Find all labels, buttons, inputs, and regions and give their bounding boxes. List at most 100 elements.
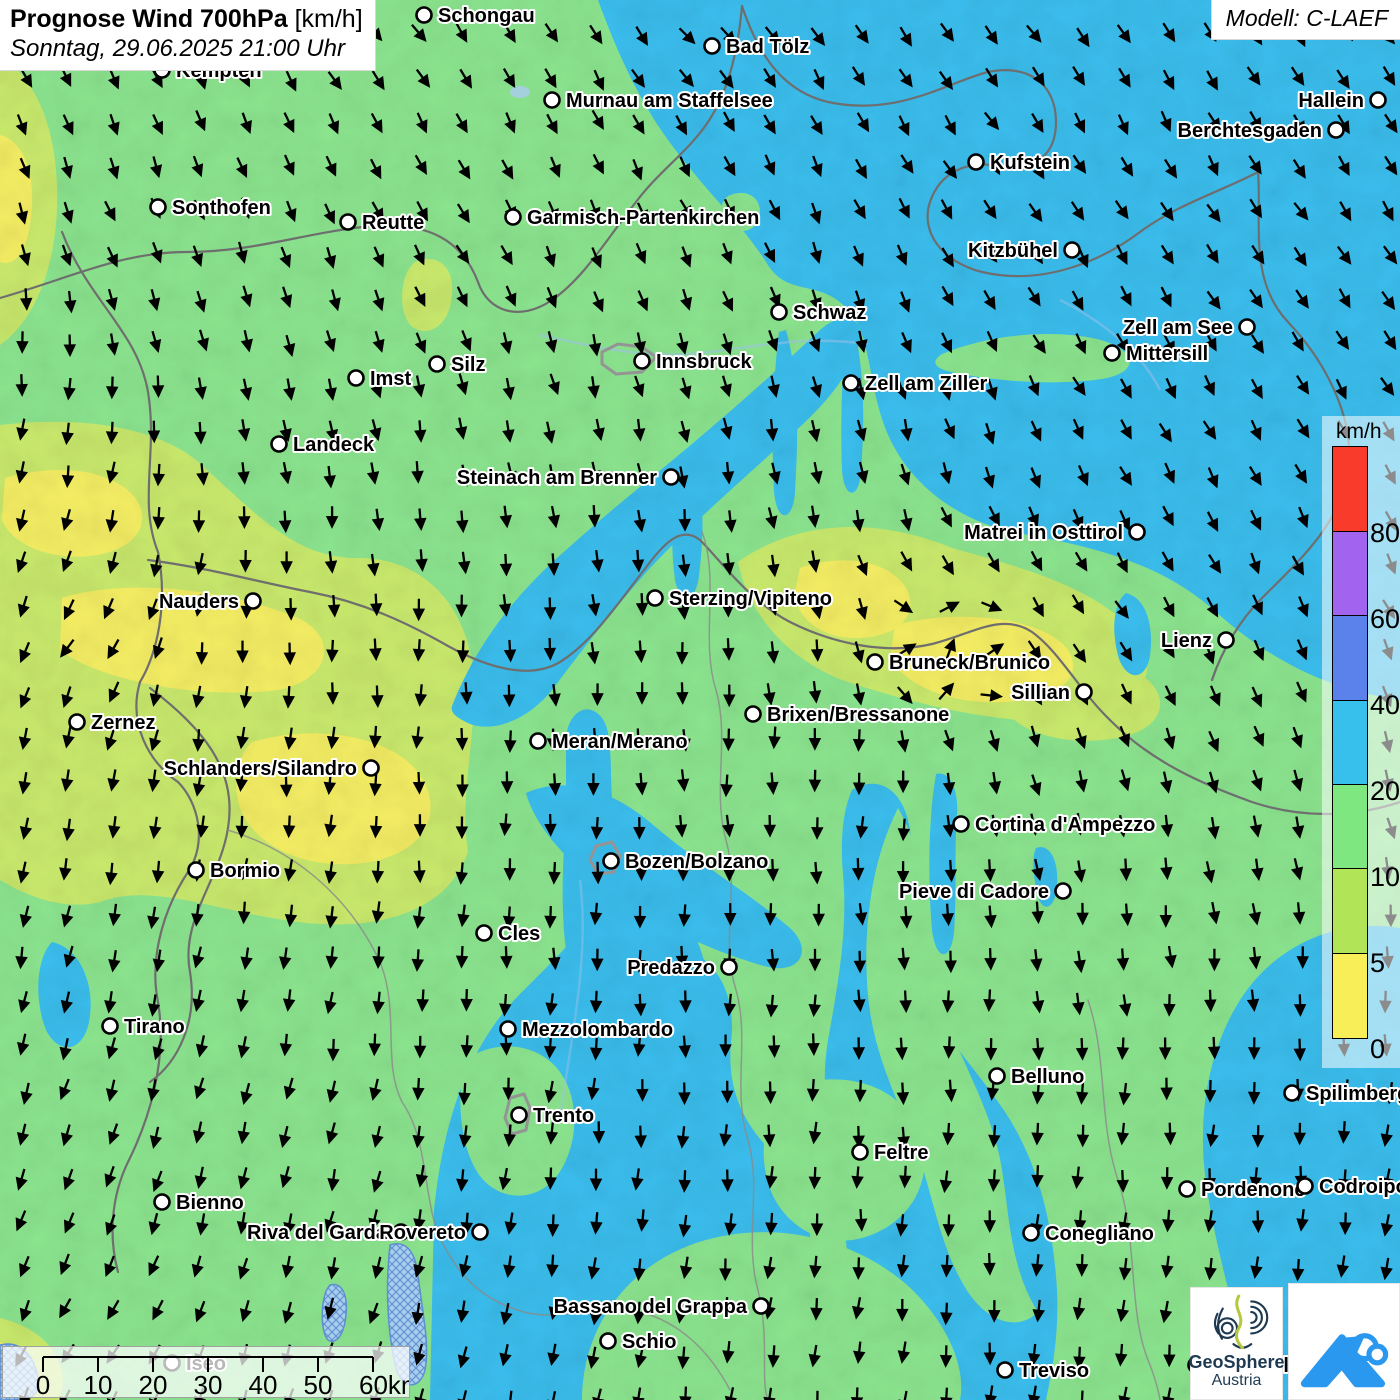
wind-map: KemptenSchongauBad TölzMurnau am Staffel… [0, 0, 1400, 1400]
geosphere-logo-box: GeoSphere Austria [1188, 1287, 1285, 1400]
legend-tick-10: 10 [1370, 862, 1400, 892]
city-label: Bienno [176, 1192, 244, 1214]
city-dot [510, 1106, 528, 1124]
title-box: Prognose Wind 700hPa [km/h] Sonntag, 29.… [0, 0, 376, 71]
wind-forecast-map-screen: Kempten Schongau Bad Tölz Murnau am Staffel… [0, 0, 1400, 1400]
city-dot [1296, 1177, 1314, 1195]
city-dot [866, 653, 884, 671]
city-label: Berchtesgaden [1178, 120, 1323, 142]
page-title: Prognose Wind 700hPa [km/h] [10, 5, 363, 34]
scale-ruler: 0 10 20 30 40 50 60km [36, 1356, 423, 1400]
city-dot [662, 468, 680, 486]
city-pieve-di-cadore: Pieve di Cadore [897, 879, 1072, 905]
city-dot [1128, 523, 1146, 541]
city-label: Cortina d'Ampezzo [975, 814, 1155, 836]
city-schlanders-silandro: Schlanders/Silandro [162, 756, 380, 782]
city-dot [842, 374, 860, 392]
scale-label: 30 [194, 1370, 223, 1397]
legend-tick-80: 80 [1370, 518, 1400, 548]
city-dot [475, 924, 493, 942]
city-label: Matrei in Osttirol [964, 522, 1123, 544]
city-bassano-del-grappa: Bassano del Grappa [552, 1294, 770, 1320]
legend-segment-60 [1332, 530, 1368, 617]
city-label: Imst [370, 368, 411, 390]
legend-unit-label: km/h [1336, 420, 1382, 443]
city-label: Feltre [874, 1142, 928, 1164]
city-dot [68, 713, 86, 731]
city-label: Belluno [1011, 1066, 1084, 1088]
city-dot [1054, 882, 1072, 900]
city-silz: Silz [428, 352, 487, 378]
city-brixen-bressanone: Brixen/Bressanone [744, 702, 951, 728]
city-label: Garmisch-Partenkirchen [527, 207, 759, 229]
city-label: Conegliano [1045, 1223, 1154, 1245]
city-label: Zernez [91, 712, 155, 734]
city-meran-merano: Meran/Merano [529, 729, 690, 755]
city-cortina-d-ampezzo: Cortina d'Ampezzo [952, 812, 1157, 838]
city-dot [1022, 1224, 1040, 1242]
city-label: Zell am See [1123, 317, 1233, 339]
city-dot [471, 1223, 489, 1241]
map-scale-bar: 0 10 20 30 40 50 60km [2, 1346, 423, 1400]
city-label: Zell am Ziller [865, 373, 987, 395]
city-label: Trento [533, 1105, 594, 1127]
city-matrei-in-osttirol: Matrei in Osttirol [962, 520, 1146, 546]
city-dot [499, 1020, 517, 1038]
city-label: Bormio [210, 860, 280, 882]
city-label: Bozen/Bolzano [625, 851, 768, 873]
model-box: Modell: C-LAEF [1210, 0, 1400, 40]
city-dot [752, 1297, 770, 1315]
city-dot [851, 1143, 869, 1161]
city-label: Landeck [293, 434, 375, 456]
city-label: Riva del Garda [247, 1222, 388, 1244]
city-dot [428, 355, 446, 373]
app-logo-box [1288, 1283, 1400, 1400]
title-unit: [km/h] [287, 5, 363, 33]
scale-label: 60km [359, 1370, 409, 1397]
legend-segment-10 [1332, 784, 1368, 871]
city-sterzing-vipiteno: Sterzing/Vipiteno [646, 586, 834, 612]
title-main: Prognose Wind 700hPa [10, 5, 288, 33]
city-label: Murnau am Staffelsee [566, 90, 773, 112]
city-label: Schongau [438, 5, 535, 27]
wind-speed-legend: km/h 80 60 40 20 10 5 0 [1322, 416, 1400, 1068]
city-bruneck-brunico: Bruneck/Brunico [866, 650, 1052, 676]
city-dot [101, 1017, 119, 1035]
legend-segment-20 [1332, 699, 1368, 786]
scale-label: 40 [249, 1370, 278, 1397]
legend-segment-80 [1332, 446, 1368, 533]
city-dot [543, 91, 561, 109]
brand-name: GeoSphere [1188, 1352, 1285, 1372]
city-label: Tirano [124, 1016, 185, 1038]
city-dot [504, 208, 522, 226]
city-label: Lienz [1161, 630, 1212, 652]
city-dot [339, 213, 357, 231]
lake-staffelsee [510, 86, 530, 98]
city-bozen-bolzano: Bozen/Bolzano [602, 849, 770, 875]
geosphere-contour-icon [1213, 1294, 1268, 1350]
city-berchtesgaden: Berchtesgaden [1176, 118, 1345, 144]
legend-color-bar [1332, 446, 1368, 1039]
city-dot [1103, 344, 1121, 362]
city-label: Innsbruck [656, 351, 752, 373]
city-mezzolombardo: Mezzolombardo [499, 1017, 675, 1043]
city-label: Silz [451, 354, 485, 376]
legend-tick-40: 40 [1370, 690, 1400, 720]
brand-country: Austria [1211, 1372, 1262, 1389]
city-dot [703, 37, 721, 55]
city-dot [1178, 1180, 1196, 1198]
city-label: Spilimbergo [1306, 1083, 1400, 1105]
city-zell-am-ziller: Zell am Ziller [842, 371, 989, 397]
city-label: Predazzo [627, 957, 715, 979]
city-label: Kufstein [990, 152, 1070, 174]
city-dot [1063, 241, 1081, 259]
city-dot [529, 732, 547, 750]
city-dot [646, 589, 664, 607]
legend-tick-5: 5 [1370, 948, 1386, 978]
model-label: Modell: C-LAEF [1225, 5, 1388, 31]
city-dot [952, 815, 970, 833]
scale-label: 50 [304, 1370, 333, 1397]
city-dot [1075, 683, 1093, 701]
city-label: Codroipo [1319, 1176, 1400, 1198]
city-dot [347, 369, 365, 387]
